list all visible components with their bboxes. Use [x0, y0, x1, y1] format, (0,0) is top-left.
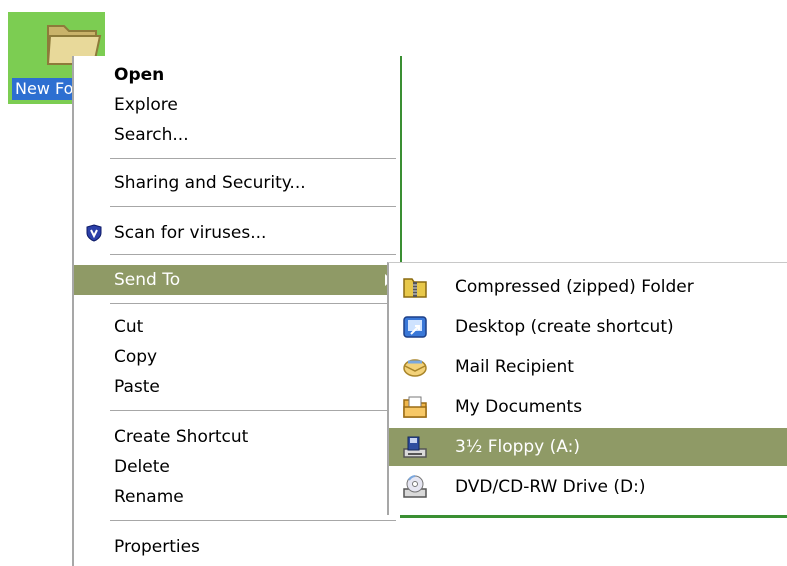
submenu-item-dvd-drive[interactable]: DVD/CD-RW Drive (D:) — [389, 468, 787, 506]
menu-item-rename[interactable]: Rename — [74, 482, 400, 512]
submenu-item-compressed-folder[interactable]: Compressed (zipped) Folder — [389, 268, 787, 306]
submenu-item-desktop-shortcut[interactable]: Desktop (create shortcut) — [389, 308, 787, 346]
menu-item-search[interactable]: Search... — [74, 120, 400, 150]
submenu-item-floppy-drive[interactable]: 3½ Floppy (A:) — [389, 428, 787, 466]
menu-item-create-shortcut[interactable]: Create Shortcut — [74, 422, 400, 452]
menu-item-open[interactable]: Open — [74, 60, 400, 90]
menu-separator — [110, 158, 396, 159]
menu-item-label: Send To — [114, 270, 181, 290]
send-to-submenu: Compressed (zipped) Folder Desktop (crea… — [387, 262, 787, 515]
menu-item-cut[interactable]: Cut — [74, 312, 400, 342]
menu-item-scan-viruses[interactable]: Scan for viruses... — [74, 218, 400, 248]
submenu-item-mail-recipient[interactable]: Mail Recipient — [389, 348, 787, 386]
submenu-item-label: Compressed (zipped) Folder — [455, 277, 694, 297]
menu-separator — [110, 410, 396, 411]
zip-folder-icon — [403, 278, 427, 298]
menu-item-explore[interactable]: Explore — [74, 90, 400, 120]
submenu-item-label: DVD/CD-RW Drive (D:) — [455, 477, 646, 497]
menu-item-paste[interactable]: Paste — [74, 372, 400, 402]
menu-separator — [110, 254, 396, 255]
menu-item-send-to[interactable]: Send To — [74, 265, 400, 295]
context-menu: Open Explore Search... Sharing and Secur… — [72, 56, 400, 566]
menu-item-properties[interactable]: Properties — [74, 532, 400, 562]
menu-separator — [110, 303, 396, 304]
shield-icon — [86, 224, 102, 242]
mail-icon — [403, 359, 427, 377]
menu-item-label: Scan for viruses... — [114, 223, 267, 243]
submenu-item-label: Desktop (create shortcut) — [455, 317, 674, 337]
submenu-item-label: My Documents — [455, 397, 583, 417]
submenu-item-label: 3½ Floppy (A:) — [455, 437, 580, 457]
menu-separator — [110, 520, 396, 521]
documents-folder-icon — [403, 396, 427, 418]
menu-item-sharing-security[interactable]: Sharing and Security... — [74, 168, 400, 198]
dvd-drive-icon — [403, 475, 427, 498]
menu-separator — [110, 206, 396, 207]
submenu-item-my-documents[interactable]: My Documents — [389, 388, 787, 426]
menu-item-copy[interactable]: Copy — [74, 342, 400, 372]
floppy-drive-icon — [403, 436, 427, 458]
menu-item-delete[interactable]: Delete — [74, 452, 400, 482]
desktop-shortcut-icon — [403, 316, 427, 338]
submenu-item-label: Mail Recipient — [455, 357, 574, 377]
